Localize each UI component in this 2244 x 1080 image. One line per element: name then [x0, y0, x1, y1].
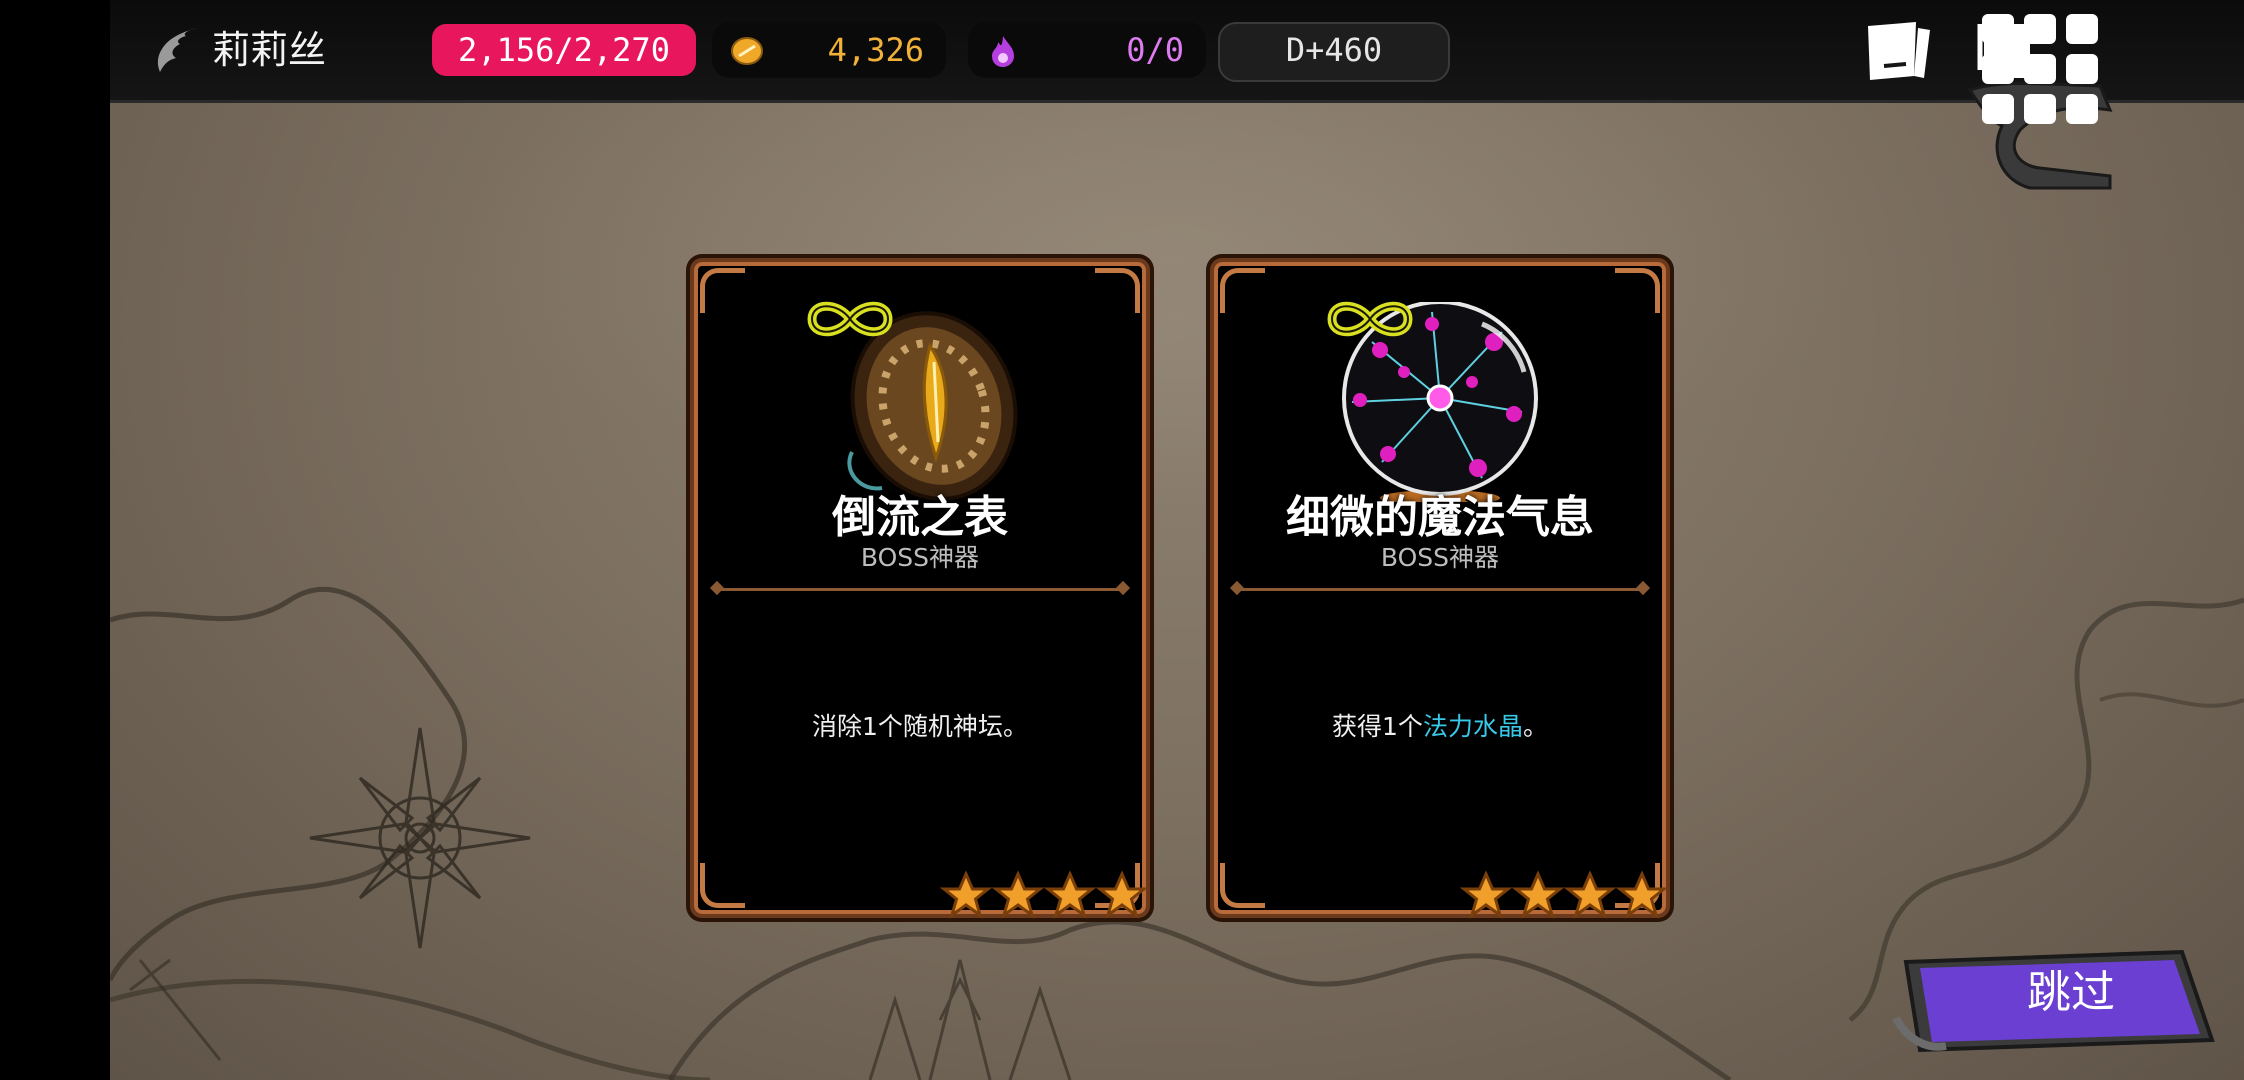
card-description-suffix: 。 — [1522, 712, 1548, 741]
artifact-card-magic-breath[interactable]: 细微的魔法气息 BOSS神器 获得1个法力水晶。 — [1214, 262, 1669, 919]
star-icon — [1095, 870, 1149, 919]
skip-button[interactable]: 跳过 — [1886, 938, 2216, 1058]
dragon-wing-icon — [157, 28, 196, 72]
left-black-bar — [0, 0, 110, 1080]
map-drawing — [110, 0, 2244, 1080]
card-divider — [716, 588, 1124, 591]
card-description-text: 获得1个 — [1332, 712, 1423, 741]
grid-dot-icon — [2066, 14, 2098, 44]
mana-crystal-keyword[interactable]: 法力水晶 — [1423, 712, 1523, 741]
star-icon — [1563, 870, 1617, 919]
day-counter: D+460 — [1218, 22, 1450, 82]
grid-dot-icon — [1982, 94, 2014, 124]
rarity-stars — [1460, 870, 1669, 919]
grid-dot-icon — [2024, 54, 2056, 84]
gold-value: 4,326 — [827, 31, 924, 69]
card-corner — [700, 863, 745, 908]
game-screen: 莉莉丝 2,156/2,270 4,326 0/0 D+460 倒流之表 BOS… — [0, 0, 2244, 1080]
grid-dot-icon — [2024, 94, 2056, 124]
star-icon — [1043, 870, 1097, 919]
map-background — [110, 0, 2244, 1080]
grid-dot-icon — [2024, 14, 2056, 44]
grid-dot-icon — [2066, 94, 2098, 124]
star-icon — [1511, 870, 1565, 919]
card-description: 消除1个随机神坛。 — [694, 710, 1146, 744]
card-description: 获得1个法力水晶。 — [1214, 710, 1666, 744]
infinity-icon — [807, 301, 893, 337]
card-title: 倒流之表 — [832, 492, 1008, 543]
star-icon — [1460, 870, 1513, 919]
purple-flame-icon — [992, 36, 1014, 67]
hp-counter: 2,156/2,270 — [432, 24, 696, 76]
day-value: D+460 — [1285, 31, 1383, 69]
star-icon — [1615, 870, 1669, 919]
gold-counter: 4,326 — [712, 22, 946, 78]
card-corner — [1220, 268, 1265, 313]
soul-value: 0/0 — [1126, 31, 1184, 69]
soul-counter: 0/0 — [968, 22, 1206, 78]
card-corner — [1220, 863, 1265, 908]
card-corner — [1095, 268, 1140, 313]
card-subtitle: BOSS神器 — [860, 543, 980, 572]
card-description-text: 消除1个随机神坛。 — [812, 712, 1028, 741]
rarity-stars — [940, 870, 1149, 919]
grid-dot-icon — [1982, 14, 2014, 44]
card-title: 细微的魔法气息 — [1286, 492, 1594, 543]
card-corner — [1615, 268, 1660, 313]
star-icon — [991, 870, 1045, 919]
star-icon — [940, 870, 993, 919]
card-subtitle: BOSS神器 — [1380, 543, 1500, 572]
character-name: 莉莉丝 — [212, 28, 327, 72]
grid-menu-button[interactable] — [1982, 14, 2102, 134]
grid-dot-icon — [1982, 54, 2014, 84]
card-corner — [700, 268, 745, 313]
gold-coin-icon — [731, 37, 763, 65]
card-divider — [1236, 588, 1644, 591]
grid-dot-icon — [2066, 54, 2098, 84]
artifact-card-rewind-watch[interactable]: 倒流之表 BOSS神器 消除1个随机神坛。 — [694, 262, 1149, 919]
card-deck-icon[interactable] — [1858, 12, 1938, 92]
skip-button-label: 跳过 — [2027, 967, 2115, 1018]
infinity-icon — [1327, 301, 1413, 337]
